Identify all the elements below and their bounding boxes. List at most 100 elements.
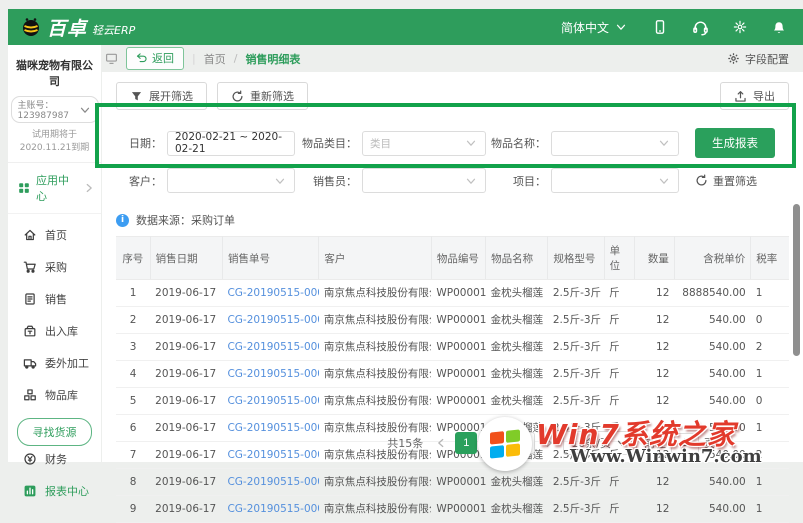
page-number-button[interactable]: 3 [513,432,535,454]
order-number-link[interactable]: CG-20190515-0001 [222,442,318,469]
table-cell: 0 [751,388,789,415]
field-config-gear-icon [727,52,740,65]
sidebar-item-outsource[interactable]: 委外加工 [8,347,101,379]
chevron-down-icon [657,174,671,188]
table-cell: 12 [634,496,674,523]
table-cell: 2 [751,442,789,469]
category-label: 物品类目： [295,135,357,151]
table-cell: WP00001 [431,307,485,334]
table-cell: WP00001 [431,388,485,415]
table-cell: 金枕头榴莲 [486,469,548,496]
field-config-button[interactable]: 字段配置 [727,51,789,67]
sidebar-item-finance[interactable]: 财务 [8,443,101,475]
order-number-link[interactable]: CG-20190515-0001 [222,361,318,388]
column-header: 物品编号 [431,237,485,280]
page-size-select[interactable]: 16条/页 [563,431,637,455]
order-number-link[interactable]: CG-20190515-0001 [222,307,318,334]
order-number-link[interactable]: CG-20190515-0001 [222,280,318,307]
export-button[interactable]: 导出 [720,82,789,110]
sidebar-item-items[interactable]: 物品库 [8,379,101,411]
table-cell: 2.5斤-3斤 [548,361,604,388]
table-cell: 2.5斤-3斤 [548,469,604,496]
order-number-link[interactable]: CG-20190515-0001 [222,388,318,415]
date-label: 日期： [116,135,162,151]
prev-page-button[interactable] [434,432,448,454]
order-number-link[interactable]: CG-20190515-0001 [222,469,318,496]
salesman-select[interactable] [362,168,486,193]
item-name-select[interactable] [551,131,679,156]
table-row: 52019-06-17CG-20190515-0001南京焦点科技股份有限公司W… [116,388,789,415]
page-number-button[interactable]: 2 [484,432,506,454]
table-row: 32019-06-17CG-20190515-0001南京焦点科技股份有限公司W… [116,334,789,361]
salesman-label: 销售员： [295,173,357,189]
brand-subname: 轻云ERP [92,22,135,38]
finance-icon [23,452,37,466]
table-cell: 12 [634,307,674,334]
table-cell: 12 [634,334,674,361]
table-cell: 1 [751,415,789,442]
table-cell: 1 [116,280,150,307]
table-cell: 斤 [604,307,634,334]
order-number-link[interactable]: CG-20190515-0001 [222,415,318,442]
table-cell: 4 [116,361,150,388]
chevron-down-icon [464,136,478,150]
content-card: 展开筛选 重新筛选 导出 日期： 2020-02-21 ~ 2020-02-21… [102,72,803,462]
column-header: 销售单号 [222,237,318,280]
language-selector[interactable]: 简体中文 [561,19,628,36]
page-number-button[interactable]: 1 [455,432,477,454]
vertical-scrollbar[interactable] [793,204,800,356]
table-cell: WP00001 [431,280,485,307]
sidebar-item-home[interactable]: 首页 [8,219,101,251]
next-page-button[interactable] [542,432,556,454]
header-actions: 简体中文 [561,19,787,36]
table-cell: 金枕头榴莲 [486,280,548,307]
project-select[interactable] [551,168,679,193]
table-cell: 8 [116,469,150,496]
pagination: 共15条 1 2 3 16条/页 前往 页 [387,431,715,455]
breadcrumb-home[interactable]: 首页 [204,51,226,67]
column-header: 物品名称 [486,237,548,280]
category-select[interactable]: 类目 [362,131,486,156]
reset-filter-button[interactable]: 重置筛选 [695,173,757,189]
date-range-input[interactable]: 2020-02-21 ~ 2020-02-21 [167,131,295,156]
sidebar: 猫咪宠物有限公司 主账号：123987987 试用期将于2020.11.21到期… [8,45,101,462]
goto-page-input[interactable] [671,433,699,454]
expand-filter-button[interactable]: 展开筛选 [116,82,207,110]
sidebar-item-cart[interactable]: 采购 [8,251,101,283]
order-number-link[interactable]: CG-20190515-0001 [222,496,318,523]
sidebar-item-inout[interactable]: 出入库 [8,315,101,347]
back-button[interactable]: 返回 [126,47,184,70]
sidebar-item-sales[interactable]: 销售 [8,283,101,315]
collapse-sidebar-icon[interactable] [105,52,118,65]
mobile-app-icon[interactable] [652,19,668,35]
customer-select[interactable] [167,168,295,193]
chevron-down-icon [657,136,671,150]
table-cell: 2 [751,334,789,361]
table-cell: 2.5斤-3斤 [548,388,604,415]
table-cell: 0 [751,307,789,334]
generate-report-button[interactable]: 生成报表 [695,128,775,158]
funnel-icon [130,90,143,103]
order-number-link[interactable]: CG-20190515-0001 [222,334,318,361]
table-cell: 12 [634,469,674,496]
column-header: 数量 [634,237,674,280]
table-cell: 2019-06-17 [150,442,222,469]
sidebar-item-app-center[interactable]: 应用中心 [8,163,101,214]
sidebar-item-report[interactable]: 报表中心 [8,475,101,507]
settings-gear-icon[interactable] [733,20,747,34]
account-selector[interactable]: 主账号：123987987 [11,96,99,123]
table-cell: 南京焦点科技股份有限公司 [319,496,432,523]
find-supply-button[interactable]: 寻找货源 [17,418,92,446]
table-cell: 斤 [604,496,634,523]
table-cell: 7 [116,442,150,469]
table-cell: 12 [634,361,674,388]
refilter-button[interactable]: 重新筛选 [217,82,308,110]
table-cell: 南京焦点科技股份有限公司 [319,361,432,388]
table-cell: 8888540.00 [674,280,750,307]
inout-icon [23,324,37,338]
customer-label: 客户： [116,173,162,189]
table-cell: 斤 [604,334,634,361]
column-header: 含税单价 [674,237,750,280]
notifications-bell-icon[interactable] [771,19,787,35]
support-headset-icon[interactable] [692,19,709,36]
